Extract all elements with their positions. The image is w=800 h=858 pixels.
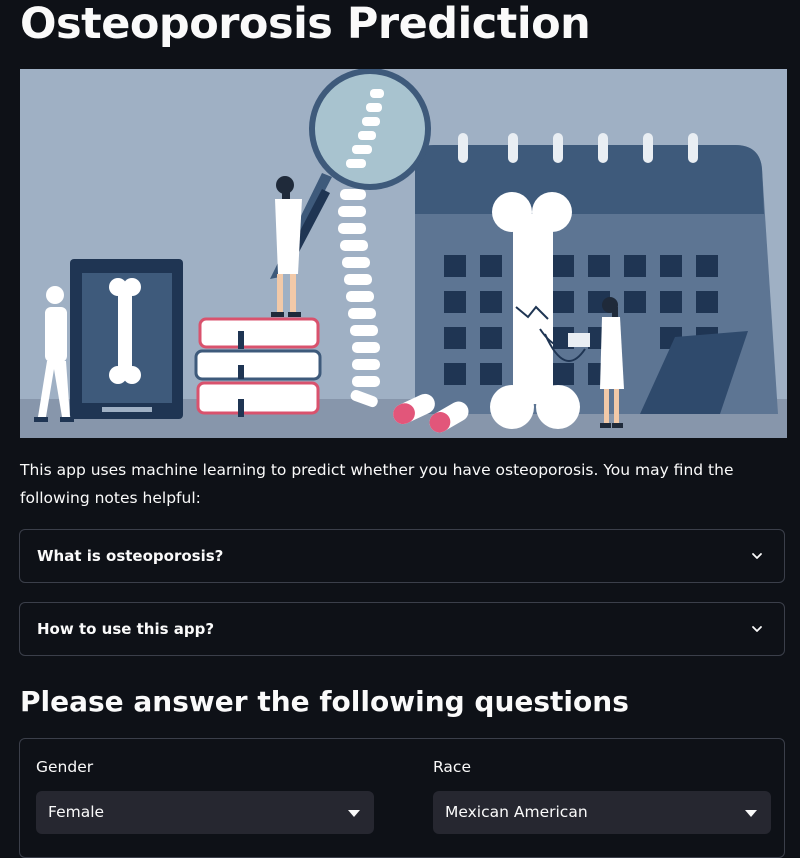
intro-text: This app uses machine learning to predic… [20,461,734,507]
calendar-graphic [415,133,778,414]
caret-down-icon [745,810,757,817]
xray-machine-graphic [70,259,183,419]
race-select[interactable]: Mexican American [433,791,771,834]
chevron-down-icon [752,626,762,632]
page-title: Osteoporosis Prediction [20,0,591,49]
expander-label: What is osteoporosis? [37,547,224,565]
gender-select-value: Female [48,803,105,821]
gender-select[interactable]: Female [36,791,374,834]
race-label: Race [433,758,471,776]
expander-label: How to use this app? [37,620,215,638]
questions-heading: Please answer the following questions [20,685,629,718]
books-graphic [194,317,322,417]
expander-what-is-osteoporosis[interactable]: What is osteoporosis? [19,529,785,583]
caret-down-icon [348,810,360,817]
gender-label: Gender [36,758,94,776]
chevron-down-icon [752,553,762,559]
expander-how-to-use[interactable]: How to use this app? [19,602,785,656]
hero-illustration [20,69,787,438]
hero-svg [20,69,787,438]
race-select-value: Mexican American [445,803,588,821]
